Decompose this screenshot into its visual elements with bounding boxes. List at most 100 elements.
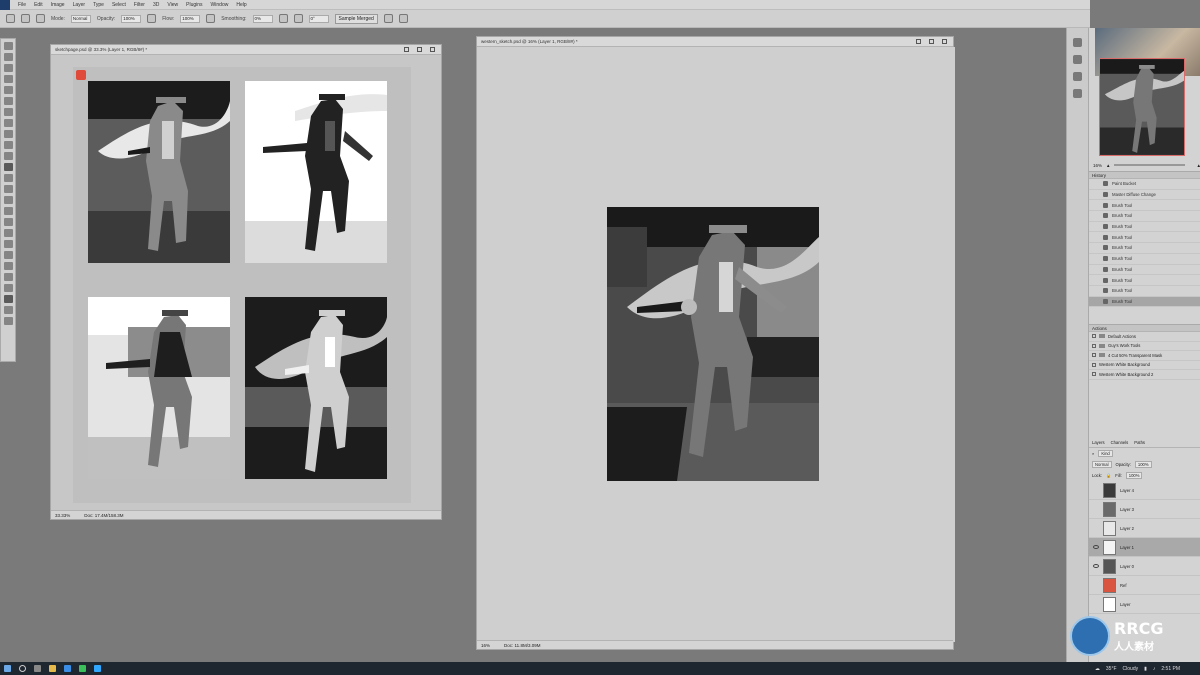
history-item[interactable]: Brush Tool xyxy=(1089,232,1200,244)
eye-icon[interactable] xyxy=(1093,488,1099,492)
tab-paths[interactable]: Paths xyxy=(1134,440,1145,445)
history-item[interactable]: Master Diffuse Change xyxy=(1089,190,1200,201)
sample-merged-checkbox[interactable]: Sample Merged xyxy=(334,13,378,24)
zoom-in-icon[interactable]: ▲ xyxy=(1197,163,1200,168)
lock-icon[interactable]: 🔒 xyxy=(1106,473,1111,479)
checkmark-icon[interactable] xyxy=(1092,372,1096,377)
close-icon[interactable] xyxy=(942,39,947,44)
windows-start-icon[interactable] xyxy=(4,665,11,672)
eyedropper-tool-icon[interactable] xyxy=(3,108,13,116)
layer-row[interactable]: Layer 3 xyxy=(1089,500,1200,519)
layer-row[interactable]: Layer 2 xyxy=(1089,519,1200,538)
eraser-tool-icon[interactable] xyxy=(3,163,13,171)
action-set[interactable]: Guy's Work Tools xyxy=(1089,342,1200,351)
layer-kind-filter[interactable]: Kind xyxy=(1098,450,1113,457)
menu-plugins[interactable]: Plugins xyxy=(182,2,206,8)
eye-icon[interactable] xyxy=(1093,583,1099,587)
dodge-tool-icon[interactable] xyxy=(3,196,13,204)
browser-icon[interactable] xyxy=(64,665,71,672)
maximize-icon[interactable] xyxy=(929,39,934,44)
menu-file[interactable]: File xyxy=(14,2,30,8)
menu-view[interactable]: View xyxy=(163,2,182,8)
history-item[interactable]: Brush Tool xyxy=(1089,211,1200,222)
path-select-tool-icon[interactable] xyxy=(3,229,13,237)
history-item[interactable]: Brush Tool xyxy=(1089,200,1200,212)
history-item[interactable]: Brush Tool xyxy=(1089,286,1200,297)
flow-field[interactable]: 100% xyxy=(180,14,201,23)
history-panel-header[interactable]: History xyxy=(1089,171,1200,179)
marquee-tool-icon[interactable] xyxy=(3,53,13,61)
menu-filter[interactable]: Filter xyxy=(130,2,149,8)
eye-icon[interactable] xyxy=(1093,602,1099,606)
navigator-zoom-slider[interactable] xyxy=(1114,164,1185,166)
search-icon[interactable] xyxy=(19,665,26,672)
tab-channels[interactable]: Channels xyxy=(1111,440,1129,445)
menu-type[interactable]: Type xyxy=(89,2,108,8)
document-window-sketchpage[interactable]: sketchpage.psd @ 33.3% (Layer 1, RGB/8#)… xyxy=(50,44,442,520)
weather-condition[interactable]: Cloudy xyxy=(1123,666,1139,672)
history-item[interactable]: Brush Tool xyxy=(1089,275,1200,286)
action-set[interactable]: Default Actions xyxy=(1089,332,1200,342)
menu-image[interactable]: Image xyxy=(47,2,69,8)
action-item[interactable]: Western White Background 2 xyxy=(1089,370,1200,380)
checkmark-icon[interactable] xyxy=(1092,334,1096,339)
menu-layer[interactable]: Layer xyxy=(69,2,90,8)
history-item[interactable]: Brush Tool xyxy=(1089,243,1200,254)
navigator-preview[interactable] xyxy=(1099,58,1185,156)
menu-help[interactable]: Help xyxy=(232,2,250,8)
checkmark-icon[interactable] xyxy=(1092,362,1096,367)
minimize-icon[interactable] xyxy=(404,47,409,52)
smoothing-field[interactable]: 0% xyxy=(252,14,273,23)
eye-icon[interactable] xyxy=(1093,526,1099,530)
frame-tool-icon[interactable] xyxy=(3,97,13,105)
tab-layers[interactable]: Layers xyxy=(1092,440,1105,445)
brush-preset-icon[interactable] xyxy=(36,14,45,23)
brush-tool-icon[interactable] xyxy=(21,14,30,23)
document-tab[interactable]: western_sketch.psd @ 16% (Layer 1, RGB/8… xyxy=(477,37,953,47)
pressure-size-icon[interactable] xyxy=(383,14,393,23)
blur-tool-icon[interactable] xyxy=(3,185,13,193)
layer-row[interactable]: Layer 1 xyxy=(1089,538,1200,557)
hand-tool-icon[interactable] xyxy=(3,251,13,259)
photoshop-taskbar-icon[interactable] xyxy=(94,665,101,672)
history-item-current[interactable]: Brush Tool xyxy=(1089,296,1200,308)
clock[interactable]: 2:51 PM xyxy=(1161,666,1180,672)
screen-mode-icon[interactable] xyxy=(3,317,13,325)
brush-tool-icon[interactable] xyxy=(3,130,13,138)
checkmark-icon[interactable] xyxy=(1092,343,1096,348)
history-item[interactable]: Brush Tool xyxy=(1089,265,1200,276)
stamp-tool-icon[interactable] xyxy=(3,141,13,149)
tool-presets-icon[interactable] xyxy=(1073,89,1082,98)
mode-select[interactable]: Normal xyxy=(70,14,91,23)
minimize-icon[interactable] xyxy=(916,39,921,44)
layer-opacity-field[interactable]: 100% xyxy=(1134,461,1152,468)
swap-colors-icon[interactable] xyxy=(3,284,13,292)
healing-tool-icon[interactable] xyxy=(3,119,13,127)
actions-panel-header[interactable]: Actions xyxy=(1089,324,1200,332)
action-set[interactable]: 4 Cut 50% Transparent Mask xyxy=(1089,351,1200,361)
menu-select[interactable]: Select xyxy=(108,2,130,8)
document-canvas[interactable] xyxy=(73,67,411,503)
move-tool-icon[interactable] xyxy=(3,42,13,50)
zoom-level[interactable]: 33.33% xyxy=(55,513,70,518)
clone-source-icon[interactable] xyxy=(1073,72,1082,81)
layer-row[interactable]: Layer 0 xyxy=(1089,557,1200,576)
quick-select-tool-icon[interactable] xyxy=(3,75,13,83)
history-item[interactable]: Brush Tool xyxy=(1089,222,1200,233)
task-view-icon[interactable] xyxy=(34,665,41,672)
airbrush-icon[interactable] xyxy=(206,14,216,23)
menu-edit[interactable]: Edit xyxy=(30,2,47,8)
history-brush-tool-icon[interactable] xyxy=(3,152,13,160)
spotify-icon[interactable] xyxy=(79,665,86,672)
layer-row[interactable]: Ref xyxy=(1089,576,1200,595)
maximize-icon[interactable] xyxy=(417,47,422,52)
gear-icon[interactable] xyxy=(278,14,288,23)
file-explorer-icon[interactable] xyxy=(49,665,56,672)
close-icon[interactable] xyxy=(430,47,435,52)
navigator-zoom-field[interactable]: 16% xyxy=(1093,163,1102,168)
document-window-western[interactable]: western_sketch.psd @ 16% (Layer 1, RGB/8… xyxy=(476,36,955,650)
symmetry-icon[interactable] xyxy=(398,14,408,23)
quick-mask-icon[interactable] xyxy=(3,306,13,314)
weather-icon[interactable]: ☁ xyxy=(1095,666,1100,672)
document-tab[interactable]: sketchpage.psd @ 33.3% (Layer 1, RGB/8#)… xyxy=(51,45,441,55)
